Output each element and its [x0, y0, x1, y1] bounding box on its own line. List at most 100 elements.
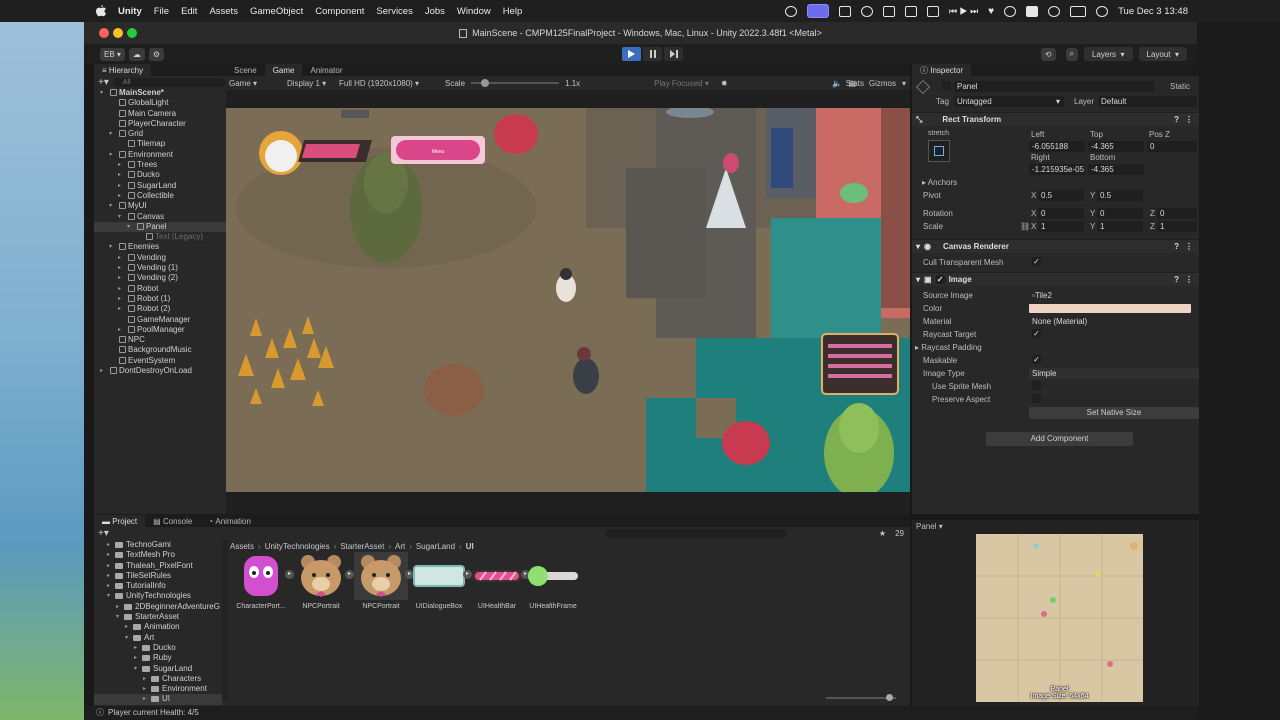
resolution-dropdown[interactable]: Full HD (1920x1080) ▾: [339, 79, 445, 88]
foldout-arrow-icon[interactable]: ▸: [118, 273, 121, 283]
scale-y-field[interactable]: 1: [1097, 221, 1143, 232]
color-swatch[interactable]: [1029, 304, 1191, 313]
project-folder-item[interactable]: ▾ StarterAsset: [94, 612, 222, 622]
project-folder-item[interactable]: ▸ Characters: [94, 674, 222, 684]
gizmos-button[interactable]: Gizmos: [869, 79, 896, 88]
hierarchy-item[interactable]: ▸ Collectible: [94, 191, 226, 201]
folder-collapsed-icon[interactable]: ▸: [107, 540, 110, 550]
settings-gear-icon[interactable]: ⚙: [148, 47, 165, 61]
foldout-arrow-icon[interactable]: ▸: [118, 170, 121, 180]
folder-foldout-icon[interactable]: ▾: [125, 633, 128, 643]
canvas-renderer-menu-icon[interactable]: ⋮: [1185, 242, 1193, 251]
hierarchy-item[interactable]: ▸ Vending: [94, 253, 226, 263]
foldout-arrow-icon[interactable]: ▾: [118, 212, 121, 222]
project-folder-item[interactable]: ▸ TileSetRules: [94, 571, 222, 581]
step-button[interactable]: [664, 47, 683, 61]
rotation-x-field[interactable]: 0: [1038, 208, 1084, 219]
hierarchy-item[interactable]: PlayerCharacter: [94, 119, 226, 129]
add-object-button[interactable]: +▾: [98, 77, 109, 88]
maximize-window-icon[interactable]: [127, 28, 137, 38]
game-view-dropdown[interactable]: Game ▾: [229, 79, 287, 88]
foldout-arrow-icon[interactable]: ▸: [118, 325, 121, 335]
folder-tree-scrollbar[interactable]: [222, 540, 228, 700]
mute-audio-icon[interactable]: 🔈: [832, 79, 842, 88]
anchors-foldout[interactable]: ▸ Anchors: [922, 178, 957, 187]
tab-animator[interactable]: Animator: [302, 64, 350, 76]
pivot-y-field[interactable]: 0.5: [1097, 190, 1143, 201]
canvas-renderer-help-icon[interactable]: ?: [1174, 242, 1179, 251]
history-icon[interactable]: ⟲: [1040, 47, 1056, 61]
tab-hierarchy[interactable]: ≡ Hierarchy: [94, 64, 152, 76]
folder-collapsed-icon[interactable]: ▸: [107, 571, 110, 581]
hierarchy-item[interactable]: Tilemap: [94, 139, 226, 149]
hierarchy-item[interactable]: GameManager: [94, 315, 226, 325]
breadcrumb-item[interactable]: Assets: [230, 542, 254, 551]
status-message[interactable]: Player current Health: 4/5: [108, 708, 199, 717]
layout-dropdown[interactable]: Layout ▾: [1138, 47, 1187, 61]
scale-z-field[interactable]: 1: [1157, 221, 1197, 232]
foldout-arrow-icon[interactable]: ▸: [118, 160, 121, 170]
posz-field[interactable]: 0: [1147, 141, 1197, 152]
hierarchy-item[interactable]: ▾ Grid: [94, 129, 226, 139]
project-folder-item[interactable]: ▸ TutorialInfo: [94, 581, 222, 591]
raycast-target-checkbox[interactable]: ✓: [1032, 329, 1041, 338]
object-name-field[interactable]: Panel: [954, 81, 1154, 92]
hierarchy-item[interactable]: ▸ Robot: [94, 284, 226, 294]
project-folder-item[interactable]: ▸ Ruby: [94, 653, 222, 663]
foldout-arrow-icon[interactable]: ▸: [118, 304, 121, 314]
breadcrumb-item[interactable]: SugarLand: [416, 542, 455, 551]
rotation-y-field[interactable]: 0: [1097, 208, 1143, 219]
thumbnail-size-handle[interactable]: [886, 694, 893, 701]
project-folder-item[interactable]: ▸ TextMesh Pro: [94, 550, 222, 560]
scale-slider-handle[interactable]: [481, 79, 490, 87]
project-folder-item[interactable]: ▸ UI: [94, 694, 222, 705]
constrain-proportions-icon[interactable]: ⛓: [1020, 222, 1030, 231]
bottom-field[interactable]: -4.365: [1088, 164, 1144, 175]
raycast-padding-foldout[interactable]: ▸ Raycast Padding: [915, 343, 982, 352]
project-search-input[interactable]: [606, 528, 786, 538]
foldout-arrow-icon[interactable]: ▸: [118, 294, 121, 304]
left-field[interactable]: -6.055188: [1029, 141, 1085, 152]
foldout-arrow-icon[interactable]: ▸: [118, 191, 121, 201]
folder-foldout-icon[interactable]: ▾: [116, 612, 119, 622]
cloud-icon[interactable]: ☁: [128, 47, 145, 61]
rotation-z-field[interactable]: 0: [1157, 208, 1197, 219]
notion-icon[interactable]: [838, 5, 851, 17]
folder-foldout-icon[interactable]: ▾: [134, 664, 137, 674]
foldout-arrow-icon[interactable]: ▸: [100, 366, 103, 376]
foldout-arrow-icon[interactable]: ▸: [118, 253, 121, 263]
foldout-arrow-icon[interactable]: ▾: [109, 129, 112, 139]
keyboard-input-icon[interactable]: [1026, 5, 1039, 17]
folder-collapsed-icon[interactable]: ▸: [125, 622, 128, 632]
project-folder-item[interactable]: ▾ Art: [94, 633, 222, 643]
hierarchy-item[interactable]: ▸ Trees: [94, 160, 226, 170]
set-native-size-button[interactable]: Set Native Size: [1029, 407, 1199, 419]
image-type-dropdown[interactable]: Simple: [1029, 368, 1199, 379]
asset-item[interactable]: NPCPortrait ▸: [292, 552, 354, 610]
pause-button[interactable]: [643, 47, 662, 61]
foldout-arrow-icon[interactable]: ▸: [118, 263, 121, 273]
rect-transform-header[interactable]: ⤡ Rect Transform? ⋮: [912, 112, 1199, 126]
breadcrumb-item[interactable]: StarterAsset: [340, 542, 384, 551]
use-sprite-mesh-checkbox[interactable]: [1032, 381, 1041, 390]
scale-x-field[interactable]: 1: [1038, 221, 1084, 232]
foldout-arrow-icon[interactable]: ▾: [127, 222, 130, 232]
folder-collapsed-icon[interactable]: ▸: [143, 694, 146, 704]
favorite-star-icon[interactable]: ★: [879, 529, 886, 538]
play-button[interactable]: [622, 47, 641, 61]
menu-edit[interactable]: Edit: [181, 6, 197, 17]
stats-button[interactable]: Stats: [846, 79, 864, 88]
project-folder-item[interactable]: ▾ SugarLand: [94, 664, 222, 674]
active-checkbox[interactable]: [942, 81, 951, 90]
display-icon[interactable]: [904, 5, 917, 17]
tab-animation[interactable]: ◔ Animation: [200, 515, 259, 527]
right-field[interactable]: -1.215935e-05: [1029, 164, 1085, 175]
hierarchy-item[interactable]: ▸ Robot (2): [94, 304, 226, 314]
hierarchy-item[interactable]: NPC: [94, 335, 226, 345]
tab-inspector[interactable]: ⓘ Inspector: [912, 64, 972, 76]
project-folder-item[interactable]: ▸ 2DBeginnerAdventureG: [94, 602, 222, 612]
breadcrumb-item[interactable]: Art: [395, 542, 405, 551]
asset-item[interactable]: UIDialogueBox ▸: [410, 552, 472, 610]
tab-console[interactable]: ▤ Console: [145, 515, 200, 527]
asset-item[interactable]: CharacterPort... ▸: [232, 552, 294, 610]
